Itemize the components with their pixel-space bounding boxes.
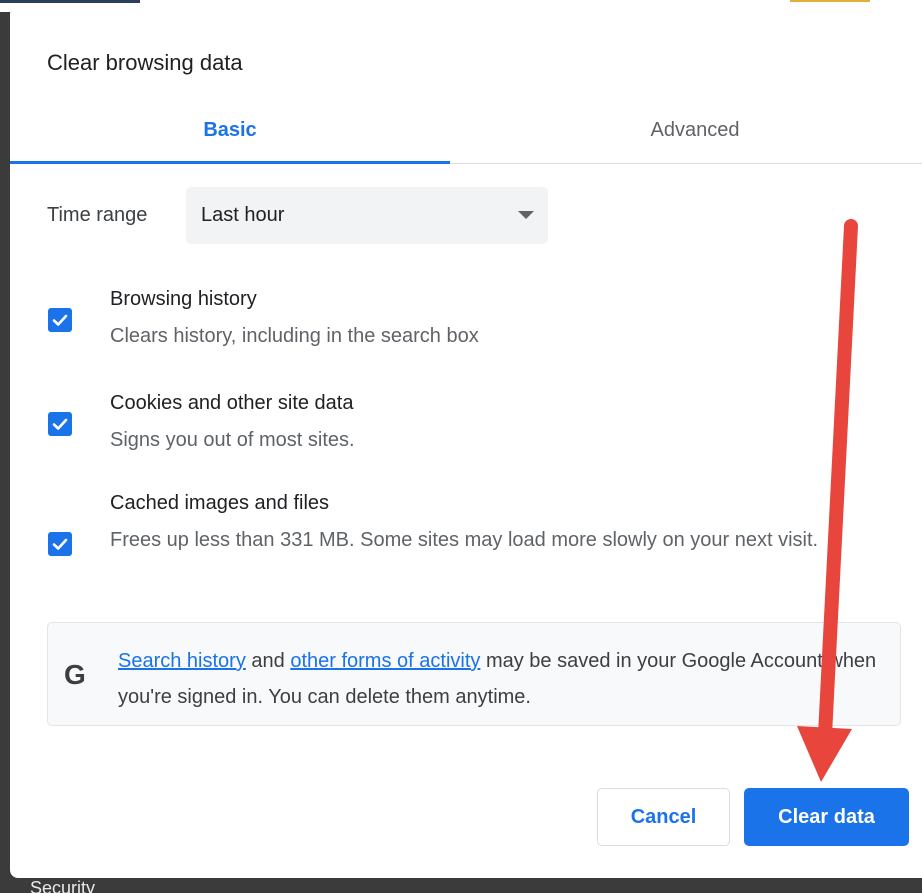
underlying-security-label: Security — [30, 878, 96, 893]
checkbox-cookies[interactable] — [48, 412, 72, 436]
underlying-edge — [0, 0, 140, 3]
time-range-select[interactable]: Last hour — [186, 187, 548, 244]
checkbox-cached-images[interactable] — [48, 532, 72, 556]
tab-basic[interactable]: Basic — [10, 98, 450, 164]
option-description: Clears history, including in the search … — [110, 325, 479, 347]
checkbox-browsing-history[interactable] — [48, 308, 72, 332]
tab-advanced[interactable]: Advanced — [475, 98, 915, 163]
info-text: Search history and other forms of activi… — [118, 643, 878, 715]
option-description: Frees up less than 331 MB. Some sites ma… — [110, 529, 819, 551]
option-description: Signs you out of most sites. — [110, 429, 355, 451]
other-activity-link[interactable]: other forms of activity — [290, 650, 480, 672]
info-text-part: and — [245, 650, 291, 672]
dropdown-caret-icon — [518, 211, 534, 219]
time-range-label: Time range — [47, 204, 148, 226]
cancel-button[interactable]: Cancel — [597, 788, 730, 846]
search-history-link[interactable]: Search history — [118, 650, 246, 672]
time-range-value: Last hour — [201, 204, 285, 226]
dialog-title: Clear browsing data — [47, 50, 243, 75]
checkmark-icon — [52, 418, 68, 430]
checkmark-icon — [52, 314, 68, 326]
clear-data-button[interactable]: Clear data — [744, 788, 909, 846]
tab-bar: Basic Advanced — [10, 98, 922, 164]
option-title: Cached images and files — [110, 492, 330, 514]
option-title: Cookies and other site data — [110, 392, 354, 414]
checkmark-icon — [52, 538, 68, 550]
option-title: Browsing history — [110, 288, 257, 310]
google-account-info-box: G Search history and other forms of acti… — [47, 622, 901, 726]
clear-browsing-data-dialog: Clear browsing data Basic Advanced Time … — [10, 6, 922, 878]
underlying-edge — [790, 0, 870, 2]
google-g-icon: G — [64, 659, 86, 690]
